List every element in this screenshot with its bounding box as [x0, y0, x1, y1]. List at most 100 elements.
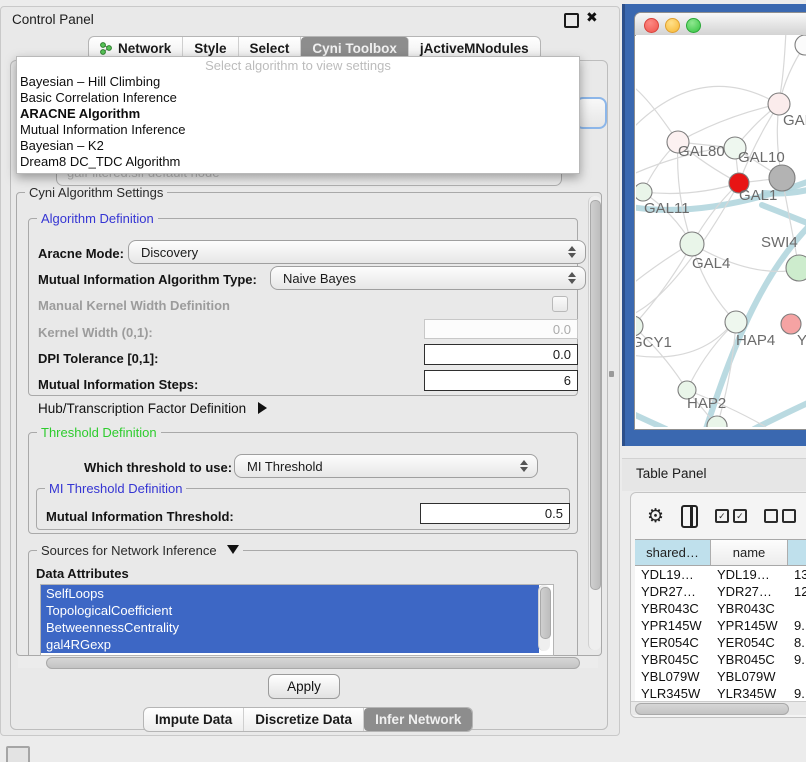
close-window-icon[interactable]: [644, 18, 659, 33]
attribute-item[interactable]: BetweennessCentrality: [41, 619, 539, 636]
dpi-tolerance-label: DPI Tolerance [0,1]:: [38, 351, 158, 366]
network-node-label: HAP4: [736, 332, 775, 349]
threshold-definition-title: Threshold Definition: [37, 425, 161, 440]
network-node[interactable]: [636, 183, 652, 201]
table-cell: 9.: [788, 685, 806, 702]
algorithm-option[interactable]: ARACNE Algorithm: [17, 106, 579, 122]
dock-panel-icon[interactable]: [6, 746, 30, 762]
algorithm-dropdown-placeholder: Select algorithm to view settings: [17, 57, 579, 74]
tab-label: Discretize Data: [255, 712, 352, 727]
table-cell: YBR043C: [635, 600, 711, 617]
table-row[interactable]: YLR345WYLR345W9.: [635, 685, 806, 702]
table-cell: YLR345W: [635, 685, 711, 702]
table-column-header[interactable]: shared…: [635, 540, 711, 565]
table-row[interactable]: YER054CYER054C8.: [635, 634, 806, 651]
deselect-all-checkboxes-icon[interactable]: [764, 509, 796, 523]
manual-kernel-width-checkbox[interactable]: [552, 296, 568, 312]
network-edge-thick: [754, 401, 806, 427]
table-row[interactable]: YDL19…YDL19…13: [635, 566, 806, 583]
table-cell: 13: [788, 566, 806, 583]
table-cell: YBR045C: [635, 651, 711, 668]
algorithm-option[interactable]: Dream8 DC_TDC Algorithm: [17, 154, 579, 170]
table-horizontal-scrollbar[interactable]: [631, 701, 806, 715]
table-cell: YBL079W: [711, 668, 788, 685]
tab-label: Infer Network: [375, 712, 461, 727]
minimize-window-icon[interactable]: [665, 18, 680, 33]
table-cell: YPR145W: [711, 617, 788, 634]
algorithm-option[interactable]: Mutual Information Inference: [17, 122, 579, 138]
data-attributes-list: SelfLoopsTopologicalCoefficientBetweenne…: [40, 584, 554, 656]
network-node[interactable]: [725, 311, 747, 333]
aracne-mode-combo[interactable]: Discovery: [128, 240, 586, 264]
network-node-label: SWI4: [761, 234, 798, 251]
table-cell: YBL079W: [635, 668, 711, 685]
attribute-item[interactable]: gal4RGexp: [41, 636, 539, 653]
kernel-width-field[interactable]: 0.0: [424, 319, 578, 339]
network-edge-thick: [762, 205, 806, 225]
tab-label: Network: [118, 41, 171, 56]
table-row[interactable]: YBR045CYBR045C9.: [635, 651, 806, 668]
columns-icon[interactable]: [681, 505, 698, 528]
mi-steps-field[interactable]: 6: [424, 370, 578, 391]
table-column-header[interactable]: [788, 540, 806, 565]
tab-label: jActiveMNodules: [420, 41, 529, 56]
network-node[interactable]: [636, 316, 643, 336]
splitter-grip[interactable]: [609, 371, 614, 377]
which-threshold-combo[interactable]: MI Threshold: [234, 454, 538, 478]
float-panel-icon[interactable]: [564, 13, 579, 28]
settings-horizontal-scrollbar[interactable]: [18, 656, 598, 668]
mi-threshold-field[interactable]: 0.5: [420, 503, 570, 524]
algorithm-definition-title: Algorithm Definition: [37, 211, 158, 226]
table-row[interactable]: YBR043CYBR043C: [635, 600, 806, 617]
table-cell: 8.: [788, 634, 806, 651]
network-node[interactable]: [795, 35, 806, 55]
bottom-tab-infer-network[interactable]: Infer Network: [364, 708, 472, 731]
gear-icon[interactable]: ⚙: [647, 507, 664, 526]
select-all-checkboxes-icon[interactable]: ✓✓: [715, 509, 747, 523]
tab-label: Style: [194, 41, 226, 56]
dpi-tolerance-field[interactable]: 0.0: [424, 344, 578, 365]
network-canvas[interactable]: GALGAL80GAL10GAL1GAL11GAL4SWI4GCY1HAP4YH…: [636, 35, 806, 427]
table-row[interactable]: YDR27…YDR27…12: [635, 583, 806, 600]
table-cell: YDR27…: [711, 583, 788, 600]
algorithm-option[interactable]: Bayesian – Hill Climbing: [17, 74, 579, 90]
algorithm-option[interactable]: Bayesian – K2: [17, 138, 579, 154]
hub-definition-toggle[interactable]: Hub/Transcription Factor Definition: [38, 401, 267, 416]
attribute-item[interactable]: TopologicalCoefficient: [41, 602, 539, 619]
table-row[interactable]: YBL079WYBL079W: [635, 668, 806, 685]
close-panel-icon[interactable]: ✖: [586, 9, 598, 26]
bottom-tab-impute-data[interactable]: Impute Data: [144, 708, 244, 731]
algorithm-option[interactable]: Basic Correlation Inference: [17, 90, 579, 106]
network-edge: [780, 35, 786, 95]
sources-title-text: Sources for Network Inference: [41, 543, 217, 558]
application-root: Control Panel ✖ NetworkStyleSelectCyni T…: [0, 0, 806, 762]
table-cell: YDL19…: [635, 566, 711, 583]
algorithm-dropdown-list: Select algorithm to view settings Bayesi…: [16, 56, 580, 174]
network-icon: [100, 42, 113, 55]
network-node[interactable]: [786, 255, 806, 281]
table-column-header[interactable]: name: [711, 540, 788, 565]
node-table: shared…name YDL19…YDL19…13YDR27…YDR27…12…: [635, 539, 806, 703]
network-node[interactable]: [781, 314, 801, 334]
bottom-tab-discretize-data[interactable]: Discretize Data: [244, 708, 364, 731]
network-edge: [636, 86, 769, 130]
attributes-list-scrollbar[interactable]: [538, 585, 550, 651]
mi-algorithm-type-combo[interactable]: Naive Bayes: [270, 266, 586, 290]
network-window-titlebar[interactable]: [635, 13, 806, 36]
table-row[interactable]: YPR145WYPR145W9.: [635, 617, 806, 634]
table-cell: YDR27…: [635, 583, 711, 600]
table-cell: YBR045C: [711, 651, 788, 668]
mi-threshold-group-title: MI Threshold Definition: [45, 481, 186, 496]
sources-group-title[interactable]: Sources for Network Inference: [37, 543, 243, 558]
data-attributes-label: Data Attributes: [36, 566, 129, 581]
settings-vertical-scrollbar[interactable]: [588, 196, 601, 650]
attribute-item[interactable]: SelfLoops: [41, 585, 539, 602]
table-cell: YDL19…: [711, 566, 788, 583]
network-edge: [636, 249, 682, 285]
zoom-window-icon[interactable]: [686, 18, 701, 33]
network-edge-thick: [636, 413, 666, 427]
apply-button[interactable]: Apply: [268, 674, 340, 699]
collapsed-arrow-icon: [258, 402, 267, 414]
network-node[interactable]: [680, 232, 704, 256]
mi-steps-label: Mutual Information Steps:: [38, 377, 198, 392]
